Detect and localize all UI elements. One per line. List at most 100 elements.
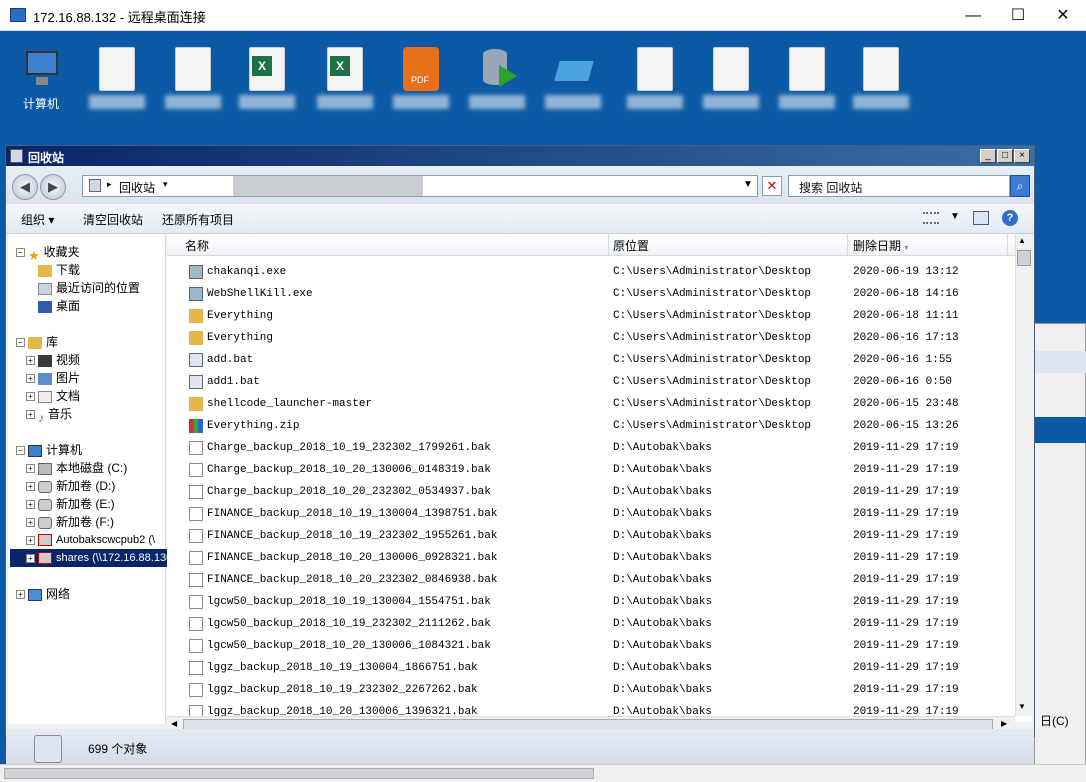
scroll-thumb[interactable]	[4, 768, 594, 779]
empty-recycle-bin-button[interactable]: 清空回收站	[83, 211, 143, 228]
file-row[interactable]: FINANCE_backup_2018_10_20_130006_0928321…	[167, 547, 1015, 569]
search-input[interactable]: 搜索 回收站	[788, 175, 1010, 197]
file-row[interactable]: Everything C:\Users\Administrator\Desktop…	[167, 327, 1015, 349]
restore-all-button[interactable]: 还原所有项目	[162, 211, 234, 228]
expand-icon[interactable]: +	[26, 535, 35, 545]
file-row[interactable]: chakanqi.exe C:\Users\Administrator\Deskt…	[167, 261, 1015, 283]
breadcrumb-recycle-bin[interactable]: 回收站	[119, 179, 155, 196]
scroll-right-icon[interactable]: ▶	[1001, 719, 1007, 728]
file-row[interactable]: FINANCE_backup_2018_10_19_232302_1955261…	[167, 525, 1015, 547]
scroll-down-icon[interactable]: ▼	[1018, 702, 1026, 711]
file-row[interactable]: lgcw50_backup_2018_10_19_232302_2111262.…	[167, 613, 1015, 635]
file-row[interactable]: lggz_backup_2018_10_20_130006_1396321.ba…	[167, 701, 1015, 716]
collapse-icon[interactable]: −	[16, 338, 25, 348]
file-row[interactable]: WebShellKill.exe C:\Users\Administrator\D…	[167, 283, 1015, 305]
forward-button[interactable]: ▶	[40, 174, 66, 200]
nav-computer[interactable]: − 计算机	[16, 441, 82, 459]
address-dropdown-icon[interactable]: ▼	[743, 179, 753, 190]
file-row[interactable]: FINANCE_backup_2018_10_20_232302_0846938…	[167, 569, 1015, 591]
file-row[interactable]: lgcw50_backup_2018_10_19_130004_1554751.…	[167, 591, 1015, 613]
nav-volume-f[interactable]: + 新加卷 (F:)	[26, 513, 114, 531]
explorer-maximize-button[interactable]: □	[997, 149, 1013, 163]
expand-icon[interactable]: +	[26, 374, 35, 384]
file-row[interactable]: FINANCE_backup_2018_10_19_130004_1398751…	[167, 503, 1015, 525]
nav-local-disk-c[interactable]: + 本地磁盘 (C:)	[26, 459, 127, 477]
expand-icon[interactable]: +	[26, 518, 35, 528]
rdp-maximize-button[interactable]: ☐	[995, 0, 1041, 31]
organize-button[interactable]: 组织 ▾	[21, 211, 54, 228]
file-row[interactable]: Everything C:\Users\Administrator\Desktop…	[167, 305, 1015, 327]
nav-libraries[interactable]: − 库	[16, 333, 58, 351]
desktop-icon-app[interactable]	[540, 37, 606, 127]
address-box[interactable]: ▸ 回收站 ▾ ▼	[82, 175, 758, 197]
desktop-icon-excel[interactable]: X	[234, 37, 300, 127]
rdp-minimize-button[interactable]: —	[950, 0, 996, 31]
file-row[interactable]: lggz_backup_2018_10_19_130004_1866751.ba…	[167, 657, 1015, 679]
refresh-button[interactable]: ✕	[762, 176, 782, 196]
nav-volume-e[interactable]: + 新加卷 (E:)	[26, 495, 115, 513]
column-divider[interactable]	[847, 234, 848, 256]
file-row[interactable]: lgcw50_backup_2018_10_20_130006_1084321.…	[167, 635, 1015, 657]
desktop-icon-document[interactable]	[160, 37, 226, 127]
search-icon[interactable]: ⌕	[1010, 175, 1030, 197]
column-name[interactable]: 名称	[185, 237, 209, 254]
help-icon[interactable]: ?	[1002, 210, 1018, 226]
expand-icon[interactable]: +	[26, 464, 35, 474]
expand-icon[interactable]: +	[26, 500, 35, 510]
nav-volume-d[interactable]: + 新加卷 (D:)	[26, 477, 115, 495]
preview-pane-icon[interactable]	[973, 211, 989, 225]
file-row[interactable]: Charge_backup_2018_10_19_232302_1799261.…	[167, 437, 1015, 459]
file-row[interactable]: add1.bat C:\Users\Administrator\Desktop 20…	[167, 371, 1015, 393]
file-row[interactable]: add.bat C:\Users\Administrator\Desktop 202…	[167, 349, 1015, 371]
nav-desktop[interactable]: 桌面	[38, 297, 80, 315]
desktop-icon-document[interactable]	[774, 37, 840, 127]
desktop-icon-document[interactable]	[622, 37, 688, 127]
file-row[interactable]: Charge_backup_2018_10_20_130006_0148319.…	[167, 459, 1015, 481]
nav-favorites[interactable]: − ★ 收藏夹	[16, 243, 80, 263]
vertical-scrollbar[interactable]: ▲ ▼	[1015, 234, 1032, 716]
collapse-icon[interactable]: −	[16, 248, 25, 258]
desktop-icon-pdf[interactable]: PDF	[388, 37, 454, 127]
column-date-deleted[interactable]: 删除日期 ▾	[853, 237, 908, 254]
expand-icon[interactable]: +	[26, 410, 35, 420]
breadcrumb-dropdown-icon[interactable]: ▾	[163, 179, 168, 190]
nav-documents[interactable]: + 文档	[26, 387, 80, 405]
explorer-close-button[interactable]: ×	[1014, 149, 1030, 163]
breadcrumb-chevron-icon[interactable]: ▸	[107, 179, 112, 190]
view-dropdown-icon[interactable]: ▼	[950, 211, 960, 222]
expand-icon[interactable]: +	[26, 553, 35, 563]
file-row[interactable]: Everything.zip C:\Users\Administrator\Des…	[167, 415, 1015, 437]
desktop-icon-database[interactable]	[464, 37, 530, 127]
file-row[interactable]: lggz_backup_2018_10_19_232302_2267262.ba…	[167, 679, 1015, 701]
desktop-icon-excel[interactable]: X	[312, 37, 378, 127]
file-row[interactable]: Charge_backup_2018_10_20_232302_0534937.…	[167, 481, 1015, 503]
column-divider[interactable]	[608, 234, 609, 256]
explorer-minimize-button[interactable]: _	[980, 149, 996, 163]
file-row[interactable]: shellcode_launcher-master C:\Users\Admini…	[167, 393, 1015, 415]
desktop-icon-document[interactable]	[84, 37, 150, 127]
nav-pictures[interactable]: + 图片	[26, 369, 80, 387]
scroll-thumb[interactable]	[1017, 250, 1031, 266]
column-original-location[interactable]: 原位置	[613, 237, 649, 254]
scroll-up-icon[interactable]: ▲	[1018, 236, 1026, 245]
column-divider[interactable]	[1007, 234, 1008, 256]
desktop-icon-document[interactable]	[848, 37, 914, 127]
rdp-horizontal-scrollbar[interactable]	[0, 764, 1086, 782]
nav-network-drive-autobak[interactable]: + Autobakscwcpub2 (\	[26, 531, 166, 549]
expand-icon[interactable]: +	[26, 482, 35, 492]
expand-icon[interactable]: +	[16, 590, 25, 600]
nav-network[interactable]: + 网络	[16, 585, 70, 603]
nav-recent-places[interactable]: 最近访问的位置	[38, 279, 140, 297]
expand-icon[interactable]: +	[26, 392, 35, 402]
scroll-left-icon[interactable]: ◀	[171, 719, 177, 728]
back-button[interactable]: ◀	[12, 174, 38, 200]
collapse-icon[interactable]: −	[16, 446, 25, 456]
nav-downloads[interactable]: 下载	[38, 261, 80, 279]
view-options-icon[interactable]	[923, 212, 939, 224]
expand-icon[interactable]: +	[26, 356, 35, 366]
desktop-icon-computer[interactable]: 计算机	[8, 37, 74, 127]
rdp-close-button[interactable]: ✕	[1040, 0, 1086, 31]
nav-music[interactable]: + ♪ 音乐	[26, 405, 72, 425]
nav-videos[interactable]: + 视频	[26, 351, 80, 369]
desktop-icon-document[interactable]	[698, 37, 764, 127]
